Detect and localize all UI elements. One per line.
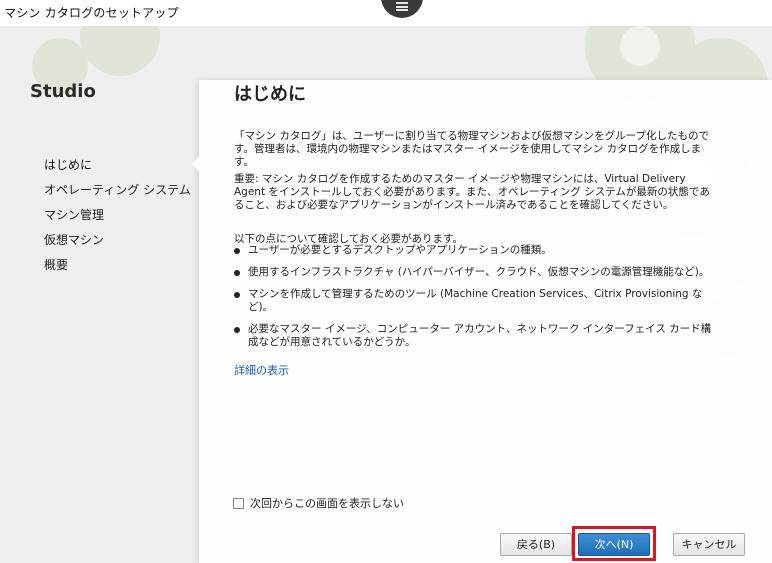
step-operating-system[interactable]: オペレーティング システム bbox=[44, 182, 191, 207]
bullet-icon bbox=[234, 270, 240, 276]
checklist-item-text: ユーザーが必要とするデスクトップやアプリケーションの種類。 bbox=[248, 244, 552, 256]
checklist-item-text: マシンを作成して管理するためのツール (Machine Creation Ser… bbox=[248, 288, 703, 313]
checklist: ユーザーが必要とするデスクトップやアプリケーションの種類。 使用するインフラスト… bbox=[234, 244, 719, 349]
back-button[interactable]: 戻る(B) bbox=[500, 533, 572, 556]
checklist-item: マシンを作成して管理するためのツール (Machine Creation Ser… bbox=[234, 288, 719, 314]
brand-label: Studio bbox=[30, 81, 96, 102]
bullet-icon bbox=[234, 248, 240, 254]
cancel-button[interactable]: キャンセル bbox=[673, 533, 745, 556]
bullet-icon bbox=[234, 292, 240, 298]
step-machine-management[interactable]: マシン管理 bbox=[44, 207, 191, 232]
active-step-pointer bbox=[192, 156, 200, 172]
page-heading: はじめに bbox=[234, 84, 306, 105]
important-note: 重要: マシン カタログを作成するためのマスター イメージや物理マシンには、Vi… bbox=[234, 173, 710, 211]
step-virtual-machines[interactable]: 仮想マシン bbox=[44, 232, 191, 257]
sidebar: Studio はじめに オペレーティング システム マシン管理 仮想マシン 概要 bbox=[0, 26, 198, 563]
wizard-body: Studio はじめに オペレーティング システム マシン管理 仮想マシン 概要… bbox=[0, 26, 772, 563]
step-summary[interactable]: 概要 bbox=[44, 257, 191, 282]
dont-show-again-label[interactable]: 次回からこの画面を表示しない bbox=[250, 495, 404, 511]
next-button[interactable]: 次へ(N) bbox=[578, 533, 650, 556]
window-title: マシン カタログのセットアップ bbox=[4, 6, 179, 20]
checklist-item: 必要なマスター イメージ、コンピューター アカウント、ネットワーク インターフェ… bbox=[234, 323, 719, 349]
step-list: はじめに オペレーティング システム マシン管理 仮想マシン 概要 bbox=[44, 157, 191, 282]
step-introduction[interactable]: はじめに bbox=[44, 157, 191, 182]
hamburger-icon bbox=[396, 2, 408, 11]
checklist-item-text: 使用するインフラストラクチャ (ハイパーバイザー、クラウド、仮想マシンの電源管理… bbox=[248, 266, 710, 278]
checklist-item: 使用するインフラストラクチャ (ハイパーバイザー、クラウド、仮想マシンの電源管理… bbox=[234, 266, 719, 279]
checklist-item: ユーザーが必要とするデスクトップやアプリケーションの種類。 bbox=[234, 244, 719, 257]
intro-text: 「マシン カタログ」は、ユーザーに割り当てる物理マシンおよび仮想マシンをグループ… bbox=[234, 130, 709, 168]
dont-show-again-checkbox[interactable] bbox=[233, 497, 244, 509]
learn-more-link[interactable]: 詳細の表示 bbox=[234, 362, 289, 378]
checklist-item-text: 必要なマスター イメージ、コンピューター アカウント、ネットワーク インターフェ… bbox=[248, 323, 712, 348]
bullet-icon bbox=[234, 327, 240, 333]
dont-show-again-row[interactable]: 次回からこの画面を表示しない bbox=[233, 495, 404, 511]
